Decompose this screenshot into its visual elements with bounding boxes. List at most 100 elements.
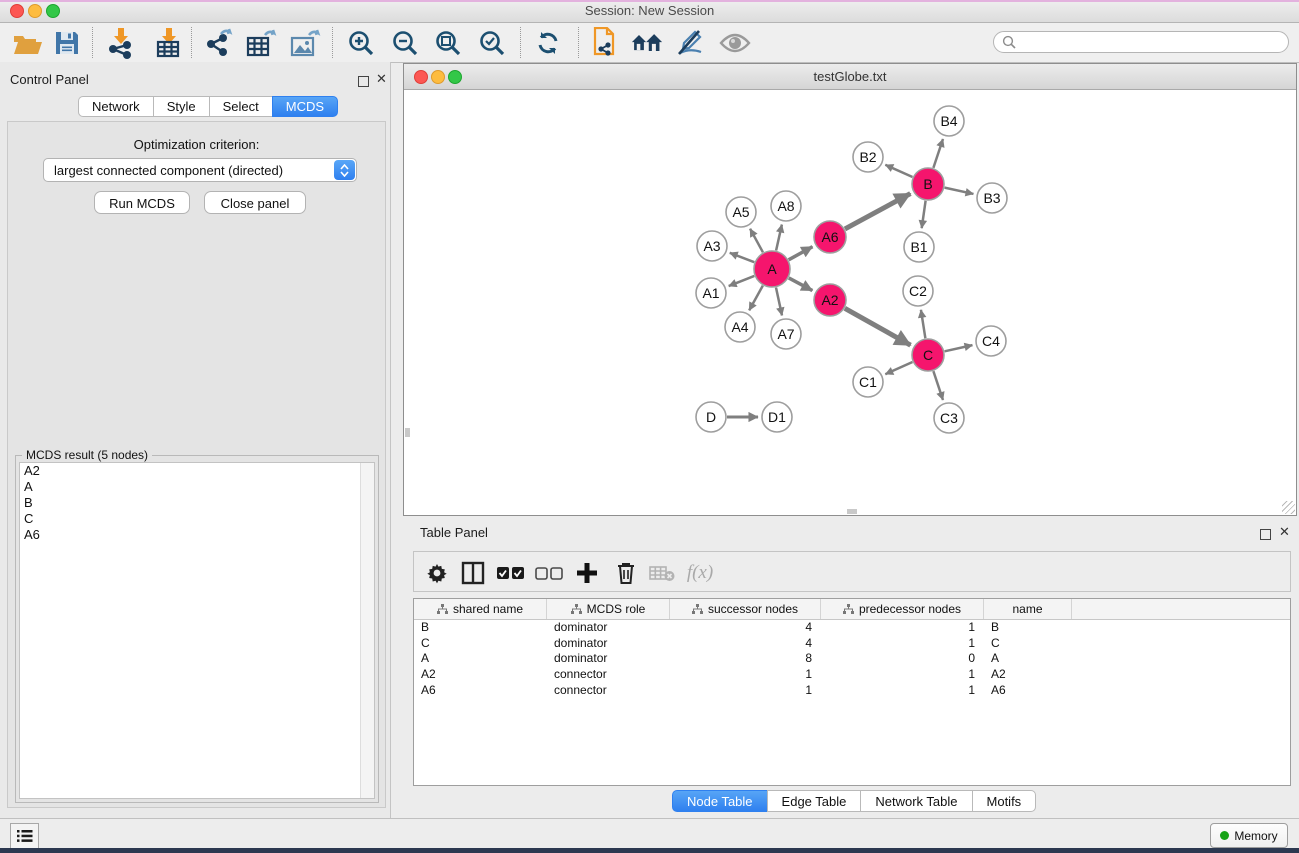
zoom-in-icon[interactable] (345, 27, 377, 59)
zoom-fit-icon[interactable] (432, 27, 464, 59)
column-header-shared-name[interactable]: shared name (414, 599, 547, 619)
network-close-traffic-light[interactable] (414, 70, 428, 84)
edge-A-A5[interactable] (750, 229, 763, 253)
edge-A2-C[interactable] (845, 308, 911, 345)
delete-column-icon[interactable] (611, 558, 641, 588)
export-network-icon[interactable] (203, 27, 235, 59)
zoom-traffic-light[interactable] (46, 4, 60, 18)
close-panel-icon[interactable]: ✕ (376, 71, 387, 87)
table-cell[interactable]: dominator (547, 636, 670, 650)
gear-icon[interactable] (422, 558, 452, 588)
tab-edge-table[interactable]: Edge Table (767, 790, 861, 812)
tab-network[interactable]: Network (78, 96, 153, 117)
table-cell[interactable]: 1 (821, 620, 984, 634)
network-from-clipboard-icon[interactable] (589, 27, 621, 59)
clear-checkboxes-icon[interactable] (534, 558, 564, 588)
table-cell[interactable]: connector (547, 683, 670, 697)
edge-A-A2[interactable] (789, 278, 813, 291)
show-graphics-icon[interactable] (719, 27, 751, 59)
edge-A6-B[interactable] (845, 194, 910, 229)
column-header-successor-nodes[interactable]: successor nodes (670, 599, 821, 619)
import-table-icon[interactable] (152, 27, 184, 59)
tab-select[interactable]: Select (209, 96, 272, 117)
table-cell[interactable]: C (984, 636, 1072, 650)
horizontal-scroll-thumb[interactable] (847, 509, 857, 514)
table-close-panel-icon[interactable]: ✕ (1279, 524, 1290, 540)
table-row[interactable]: Bdominator41B (414, 619, 1290, 635)
network-window-titlebar[interactable]: testGlobe.txt (404, 64, 1296, 90)
mcds-result-item[interactable]: B (20, 495, 374, 511)
edge-C-C3[interactable] (933, 371, 943, 400)
minimize-traffic-light[interactable] (28, 4, 42, 18)
edge-A-A3[interactable] (730, 253, 755, 262)
tab-node-table[interactable]: Node Table (672, 790, 767, 812)
edge-A-A6[interactable] (789, 247, 813, 260)
edge-A-A7[interactable] (776, 288, 782, 316)
export-table-icon[interactable] (245, 27, 277, 59)
network-minimize-traffic-light[interactable] (431, 70, 445, 84)
table-row[interactable]: A6connector11A6 (414, 682, 1290, 698)
table-cell[interactable]: 0 (821, 651, 984, 665)
resize-grip-icon[interactable] (1282, 501, 1295, 514)
table-cell[interactable]: dominator (547, 620, 670, 634)
mcds-result-item[interactable]: A (20, 479, 374, 495)
table-cell[interactable]: 1 (670, 683, 821, 697)
refresh-icon[interactable] (532, 27, 564, 59)
table-cell[interactable]: A (414, 651, 547, 665)
hide-annotations-icon[interactable] (674, 27, 706, 59)
mcds-result-list[interactable]: A2ABCA6 (19, 462, 375, 799)
edge-C-C4[interactable] (945, 345, 973, 351)
table-cell[interactable]: A2 (414, 667, 547, 681)
table-row[interactable]: A2connector11A2 (414, 666, 1290, 682)
table-cell[interactable]: A6 (984, 683, 1072, 697)
edge-B-B2[interactable] (885, 165, 912, 177)
function-builder-icon[interactable]: f(x) (680, 558, 720, 588)
column-header-MCDS-role[interactable]: MCDS role (547, 599, 670, 619)
mcds-result-item[interactable]: A6 (20, 527, 374, 543)
network-graph-canvas[interactable]: B4B2BB3B1A5A8A6A3AA1A2C2A4A7C4CC1C3DD1 (404, 89, 1296, 515)
table-cell[interactable]: C (414, 636, 547, 650)
float-panel-icon[interactable] (358, 74, 369, 92)
save-session-icon[interactable] (51, 27, 83, 59)
edge-B-B1[interactable] (922, 201, 926, 228)
edge-B-B4[interactable] (933, 139, 943, 168)
table-cell[interactable]: B (984, 620, 1072, 634)
memory-button[interactable]: Memory (1210, 823, 1288, 848)
mcds-result-item[interactable]: A2 (20, 463, 374, 479)
open-file-icon[interactable] (11, 27, 43, 59)
task-history-button[interactable] (10, 823, 39, 849)
vertical-scroll-thumb[interactable] (405, 428, 410, 437)
home-icon[interactable] (631, 27, 663, 59)
table-row[interactable]: Adominator80A (414, 650, 1290, 666)
table-cell[interactable]: A6 (414, 683, 547, 697)
edge-A-A1[interactable] (729, 276, 755, 286)
zoom-out-icon[interactable] (389, 27, 421, 59)
close-traffic-light[interactable] (10, 4, 24, 18)
table-cell[interactable]: connector (547, 667, 670, 681)
close-panel-button[interactable]: Close panel (204, 191, 306, 214)
table-cell[interactable]: A (984, 651, 1072, 665)
mcds-result-item[interactable]: C (20, 511, 374, 527)
table-cell[interactable]: 1 (670, 667, 821, 681)
network-zoom-traffic-light[interactable] (448, 70, 462, 84)
column-header-name[interactable]: name (984, 599, 1072, 619)
columns-icon[interactable] (458, 558, 488, 588)
import-network-icon[interactable] (104, 27, 136, 59)
table-cell[interactable]: 1 (821, 683, 984, 697)
optimization-criterion-select[interactable]: largest connected component (directed) (43, 158, 357, 182)
zoom-selected-icon[interactable] (476, 27, 508, 59)
delete-table-icon[interactable] (647, 558, 677, 588)
edge-C-C1[interactable] (885, 362, 912, 374)
add-column-icon[interactable] (572, 558, 602, 588)
table-cell[interactable]: A2 (984, 667, 1072, 681)
search-input[interactable] (993, 31, 1289, 53)
table-cell[interactable]: 8 (670, 651, 821, 665)
select-all-checkboxes-icon[interactable] (496, 558, 526, 588)
export-image-icon[interactable] (289, 27, 321, 59)
tab-motifs[interactable]: Motifs (972, 790, 1037, 812)
table-cell[interactable]: B (414, 620, 547, 634)
table-cell[interactable]: dominator (547, 651, 670, 665)
table-cell[interactable]: 1 (821, 636, 984, 650)
edge-A-A8[interactable] (776, 225, 782, 251)
run-mcds-button[interactable]: Run MCDS (94, 191, 190, 214)
